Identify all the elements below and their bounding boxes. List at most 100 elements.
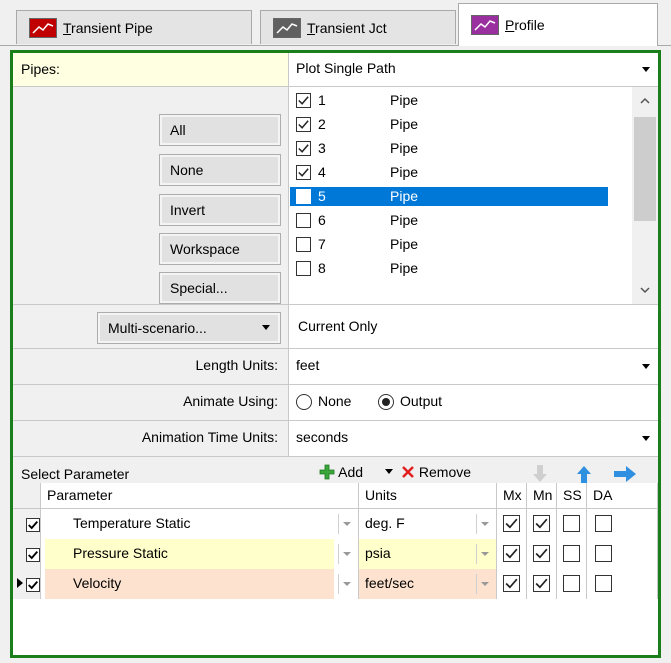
add-dropdown-icon[interactable]	[385, 469, 393, 474]
parameter-dropdown-icon[interactable]	[338, 574, 354, 594]
special-button[interactable]: Special...	[159, 272, 281, 304]
include-checkbox[interactable]	[26, 578, 40, 592]
anim-time-label: Animation Time Units:	[13, 421, 289, 456]
da-checkbox[interactable]	[595, 545, 612, 562]
mx-checkbox[interactable]	[503, 515, 520, 532]
arrow-down-icon[interactable]	[531, 464, 549, 484]
da-checkbox[interactable]	[595, 575, 612, 592]
pipe-checkbox[interactable]	[296, 165, 311, 180]
ss-checkbox[interactable]	[563, 575, 580, 592]
pipe-checkbox[interactable]	[296, 93, 311, 108]
parameter-row[interactable]: Temperature Static deg. F	[13, 509, 658, 539]
pipe-checkbox[interactable]	[296, 261, 311, 276]
profile-panel: Pipes: Plot Single Path All None Invert …	[10, 50, 661, 658]
tab-profile[interactable]: Profile	[458, 3, 658, 46]
header-ss: SS	[557, 483, 587, 509]
parameter-dropdown-icon[interactable]	[338, 544, 354, 564]
pipe-checkbox[interactable]	[296, 141, 311, 156]
units-dropdown-icon[interactable]	[476, 514, 492, 534]
pipe-checkbox[interactable]	[296, 237, 311, 252]
pipe-number: 7	[318, 236, 326, 252]
row-header[interactable]	[13, 509, 41, 539]
pipe-number: 6	[318, 212, 326, 228]
parameter-cell[interactable]: Velocity	[41, 569, 359, 599]
radio-output-label: Output	[400, 393, 443, 409]
pipe-list-item[interactable]: 4 Pipe	[290, 163, 610, 182]
include-checkbox[interactable]	[26, 518, 40, 532]
ss-checkbox[interactable]	[563, 515, 580, 532]
none-button[interactable]: None	[159, 154, 281, 186]
chevron-down-icon	[642, 363, 650, 369]
anim-time-select[interactable]: seconds	[290, 421, 658, 456]
invert-button[interactable]: Invert	[159, 194, 281, 226]
pipe-list-item[interactable]: 6 Pipe	[290, 211, 610, 230]
chevron-down-icon	[262, 325, 270, 330]
arrow-right-icon[interactable]	[613, 465, 637, 483]
mx-checkbox[interactable]	[503, 575, 520, 592]
parameter-cell[interactable]: Pressure Static	[41, 539, 359, 569]
arrow-up-icon[interactable]	[575, 464, 593, 484]
pipe-list-item[interactable]: 2 Pipe	[290, 115, 610, 134]
add-label: Add	[338, 464, 364, 480]
units-cell[interactable]: psia	[359, 539, 497, 569]
workspace-button[interactable]: Workspace	[159, 233, 281, 265]
ss-checkbox[interactable]	[563, 545, 580, 562]
tab-transient-pipe[interactable]: Transient Pipe	[16, 10, 252, 44]
pipe-list-item[interactable]: 1 Pipe	[290, 91, 610, 110]
length-units-select[interactable]: feet	[290, 349, 658, 384]
parameter-row[interactable]: Pressure Static psia	[13, 539, 658, 569]
remove-button[interactable]: Remove	[401, 464, 471, 480]
mx-checkbox[interactable]	[503, 545, 520, 562]
row-header[interactable]	[13, 539, 41, 569]
radio-none[interactable]	[296, 394, 312, 410]
length-units-value: feet	[296, 357, 320, 373]
mn-checkbox[interactable]	[533, 545, 550, 562]
units-cell[interactable]: deg. F	[359, 509, 497, 539]
mx-cell	[497, 569, 527, 599]
pipe-list-item[interactable]: 8 Pipe	[290, 259, 610, 278]
pipe-list-item[interactable]: 5 Pipe	[290, 187, 608, 206]
include-checkbox[interactable]	[26, 548, 40, 562]
line-chart-purple-icon	[471, 15, 499, 35]
tab-label: Transient Jct	[307, 19, 387, 36]
units-dropdown-icon[interactable]	[476, 544, 492, 564]
mn-checkbox[interactable]	[533, 575, 550, 592]
tab-transient-jct[interactable]: Transient Jct	[260, 10, 456, 44]
scrollbar-thumb[interactable]	[634, 117, 656, 221]
multi-scenario-label: Multi-scenario...	[108, 320, 207, 336]
chevron-down-icon[interactable]	[639, 284, 651, 296]
row-header[interactable]	[13, 569, 41, 599]
ss-cell	[557, 509, 587, 539]
all-button[interactable]: All	[159, 114, 281, 146]
parameter-cell[interactable]: Temperature Static	[41, 509, 359, 539]
add-button[interactable]: Add	[319, 464, 363, 480]
parameter-dropdown-icon[interactable]	[338, 514, 354, 534]
parameter-row[interactable]: Velocity feet/sec	[13, 569, 658, 599]
length-units-row: Length Units: feet	[13, 349, 658, 385]
pipe-list-scrollbar[interactable]	[632, 87, 658, 304]
da-checkbox[interactable]	[595, 515, 612, 532]
plot-path-select[interactable]: Plot Single Path	[290, 53, 658, 86]
pipe-checkbox[interactable]	[296, 189, 311, 204]
scenario-row: Multi-scenario... Current Only	[13, 305, 658, 349]
tab-bar: Transient Pipe Transient Jct Profile	[0, 0, 671, 48]
pipe-list-item[interactable]: 3 Pipe	[290, 139, 610, 158]
mn-checkbox[interactable]	[533, 515, 550, 532]
radio-output[interactable]	[378, 394, 394, 410]
mx-cell	[497, 539, 527, 569]
units-cell[interactable]: feet/sec	[359, 569, 497, 599]
units-dropdown-icon[interactable]	[476, 574, 492, 594]
pipes-row: Pipes: Plot Single Path	[13, 53, 658, 87]
pipe-number: 8	[318, 260, 326, 276]
multi-scenario-button[interactable]: Multi-scenario...	[97, 312, 281, 344]
tab-label: Profile	[505, 17, 545, 33]
pipe-number: 4	[318, 164, 326, 180]
pipe-list-item[interactable]: 7 Pipe	[290, 235, 610, 254]
chevron-up-icon[interactable]	[639, 95, 651, 107]
header-parameter: Parameter	[41, 483, 359, 509]
pipe-checkbox[interactable]	[296, 117, 311, 132]
mn-cell	[527, 539, 557, 569]
parameter-name: Velocity	[45, 569, 334, 599]
pipe-checkbox[interactable]	[296, 213, 311, 228]
animate-row: Animate Using: None Output	[13, 385, 658, 421]
